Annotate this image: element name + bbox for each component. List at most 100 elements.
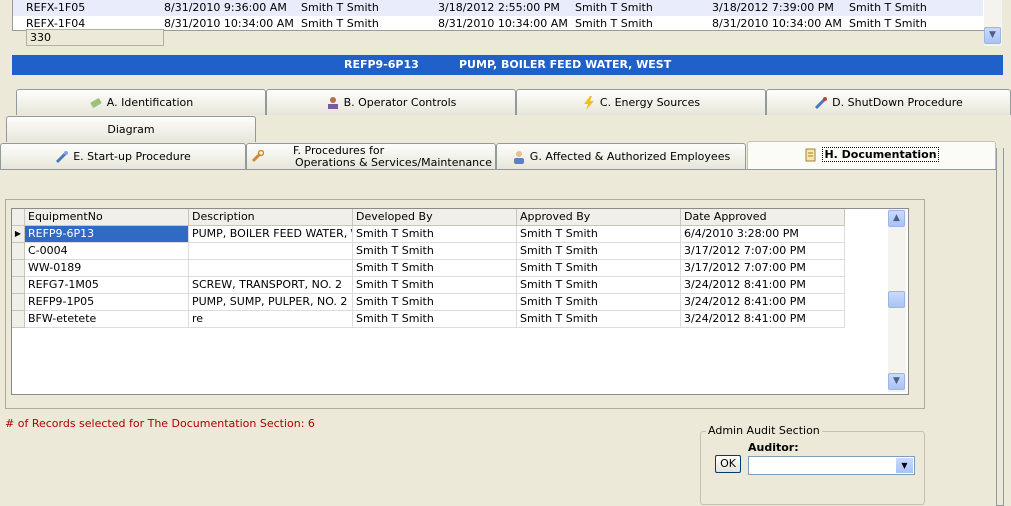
- top-cell-user1: Smith T Smith: [301, 1, 379, 14]
- tab-label-line2: Operations & Services/Maintenance: [295, 156, 492, 169]
- top-cell-user3: Smith T Smith: [849, 17, 927, 30]
- row-indicator: [12, 311, 25, 328]
- cell-description[interactable]: PUMP, BOILER FEED WATER, \: [189, 226, 353, 243]
- tab-affected-employees[interactable]: G. Affected & Authorized Employees: [496, 143, 746, 169]
- auditor-label: Auditor:: [748, 441, 799, 454]
- tab-documentation[interactable]: H. Documentation: [747, 141, 996, 170]
- scroll-up-icon[interactable]: ▲: [888, 210, 905, 227]
- row-indicator: [12, 243, 25, 260]
- cell-equipmentno[interactable]: REFG7-1M05: [25, 277, 189, 294]
- tab-label: G. Affected & Authorized Employees: [529, 150, 731, 163]
- tab-shutdown-procedure[interactable]: D. ShutDown Procedure: [766, 89, 1011, 115]
- equipment-description: PUMP, BOILER FEED WATER, WEST: [459, 58, 672, 71]
- top-cell-equip: REFX-1F05: [26, 1, 86, 14]
- cell-equipmentno[interactable]: C-0004: [25, 243, 189, 260]
- cell-description[interactable]: [189, 243, 353, 260]
- tab-operator-controls[interactable]: B. Operator Controls: [266, 89, 516, 115]
- cell-description[interactable]: PUMP, SUMP, PULPER, NO. 2: [189, 294, 353, 311]
- cell-description[interactable]: SCREW, TRANSPORT, NO. 2: [189, 277, 353, 294]
- document-icon: [805, 148, 816, 162]
- cell-description[interactable]: [189, 260, 353, 277]
- equipment-code: REFP9-6P13: [344, 58, 419, 71]
- documentation-scrollbar[interactable]: ▲ ▼: [888, 209, 906, 392]
- wrench-icon: [251, 150, 264, 163]
- admin-audit-title: Admin Audit Section: [706, 424, 822, 437]
- cell-date-approved[interactable]: 3/24/2012 8:41:00 PM: [681, 277, 845, 294]
- scroll-thumb[interactable]: [888, 291, 905, 308]
- cell-date-approved[interactable]: 6/4/2010 3:28:00 PM: [681, 226, 845, 243]
- row-header-corner: [12, 209, 25, 226]
- cell-equipmentno[interactable]: REFP9-6P13: [25, 226, 189, 243]
- operator-icon: [327, 97, 338, 109]
- tab-panel-edge: [996, 148, 1004, 506]
- cell-developed-by[interactable]: Smith T Smith: [353, 277, 517, 294]
- tab-label: H. Documentation: [822, 147, 939, 162]
- top-list-grid[interactable]: REFX-1F05 8/31/2010 9:36:00 AM Smith T S…: [12, 0, 986, 31]
- cell-equipmentno[interactable]: WW-0189: [25, 260, 189, 277]
- top-cell-date2: 3/18/2012 2:55:00 PM: [438, 1, 560, 14]
- tab-label: E. Start-up Procedure: [73, 150, 191, 163]
- auditor-select[interactable]: ▼: [748, 456, 915, 475]
- documentation-grid[interactable]: EquipmentNo Description Developed By App…: [11, 208, 909, 395]
- top-cell-date2: 8/31/2010 10:34:00 AM: [438, 17, 568, 30]
- cell-developed-by[interactable]: Smith T Smith: [353, 260, 517, 277]
- top-cell-date1: 8/31/2010 10:34:00 AM: [164, 17, 294, 30]
- top-cell-user2: Smith T Smith: [575, 17, 653, 30]
- tab-startup-procedure[interactable]: E. Start-up Procedure: [0, 143, 246, 169]
- table-row[interactable]: REFG7-1M05 SCREW, TRANSPORT, NO. 2 Smith…: [12, 277, 845, 294]
- table-row[interactable]: BFW-etetete re Smith T Smith Smith T Smi…: [12, 311, 845, 328]
- scroll-down-icon[interactable]: ▼: [888, 373, 905, 390]
- cell-developed-by[interactable]: Smith T Smith: [353, 226, 517, 243]
- tab-energy-sources[interactable]: C. Energy Sources: [516, 89, 766, 115]
- cell-date-approved[interactable]: 3/17/2012 7:07:00 PM: [681, 243, 845, 260]
- cell-approved-by[interactable]: Smith T Smith: [517, 294, 681, 311]
- cell-approved-by[interactable]: Smith T Smith: [517, 277, 681, 294]
- tab-label: A. Identification: [106, 96, 194, 109]
- cell-equipmentno[interactable]: BFW-etetete: [25, 311, 189, 328]
- scroll-down-icon[interactable]: ▼: [984, 27, 1001, 44]
- tab-diagram[interactable]: Diagram: [6, 116, 256, 142]
- cell-date-approved[interactable]: 3/24/2012 8:41:00 PM: [681, 311, 845, 328]
- tab-label: Diagram: [107, 123, 155, 136]
- ok-button[interactable]: OK: [715, 455, 741, 473]
- table-row[interactable]: C-0004 Smith T Smith Smith T Smith 3/17/…: [12, 243, 845, 260]
- column-header-developed-by[interactable]: Developed By: [353, 209, 517, 226]
- list-item[interactable]: REFX-1F05 8/31/2010 9:36:00 AM Smith T S…: [13, 0, 983, 16]
- row-indicator: [12, 260, 25, 277]
- cell-approved-by[interactable]: Smith T Smith: [517, 260, 681, 277]
- top-cell-date3: 8/31/2010 10:34:00 AM: [712, 17, 842, 30]
- cell-developed-by[interactable]: Smith T Smith: [353, 311, 517, 328]
- top-cell-user1: Smith T Smith: [301, 17, 379, 30]
- column-header-date-approved[interactable]: Date Approved: [681, 209, 845, 226]
- cell-approved-by[interactable]: Smith T Smith: [517, 243, 681, 260]
- row-indicator-icon: ▶: [12, 226, 25, 243]
- cell-description[interactable]: re: [189, 311, 353, 328]
- tab-identification[interactable]: A. Identification: [16, 89, 266, 115]
- column-header-approved-by[interactable]: Approved By: [517, 209, 681, 226]
- table-row[interactable]: ▶ REFP9-6P13 PUMP, BOILER FEED WATER, \ …: [12, 226, 845, 243]
- top-cell-user3: Smith T Smith: [849, 1, 927, 14]
- record-count-field: 330: [26, 29, 164, 46]
- top-cell-date3: 3/18/2012 7:39:00 PM: [712, 1, 834, 14]
- tab-procedures[interactable]: F. Procedures for Operations & Services/…: [246, 143, 496, 169]
- chevron-down-icon[interactable]: ▼: [896, 458, 913, 473]
- column-header-equipmentno[interactable]: EquipmentNo: [25, 209, 189, 226]
- lightning-icon: [583, 96, 594, 110]
- table-row[interactable]: REFP9-1P05 PUMP, SUMP, PULPER, NO. 2 Smi…: [12, 294, 845, 311]
- row-indicator: [12, 294, 25, 311]
- tab-label: B. Operator Controls: [343, 96, 457, 109]
- cell-developed-by[interactable]: Smith T Smith: [353, 243, 517, 260]
- top-cell-date1: 8/31/2010 9:36:00 AM: [164, 1, 287, 14]
- equipment-title-bar: REFP9-6P13 PUMP, BOILER FEED WATER, WEST: [12, 55, 1003, 75]
- cell-date-approved[interactable]: 3/17/2012 7:07:00 PM: [681, 260, 845, 277]
- wand-icon: [815, 97, 828, 110]
- person-icon: [513, 151, 524, 164]
- column-header-description[interactable]: Description: [189, 209, 353, 226]
- cell-approved-by[interactable]: Smith T Smith: [517, 226, 681, 243]
- cell-developed-by[interactable]: Smith T Smith: [353, 294, 517, 311]
- cell-date-approved[interactable]: 3/24/2012 8:41:00 PM: [681, 294, 845, 311]
- cell-equipmentno[interactable]: REFP9-1P05: [25, 294, 189, 311]
- table-row[interactable]: WW-0189 Smith T Smith Smith T Smith 3/17…: [12, 260, 845, 277]
- top-list-scrollbar[interactable]: ▼: [984, 0, 1002, 46]
- cell-approved-by[interactable]: Smith T Smith: [517, 311, 681, 328]
